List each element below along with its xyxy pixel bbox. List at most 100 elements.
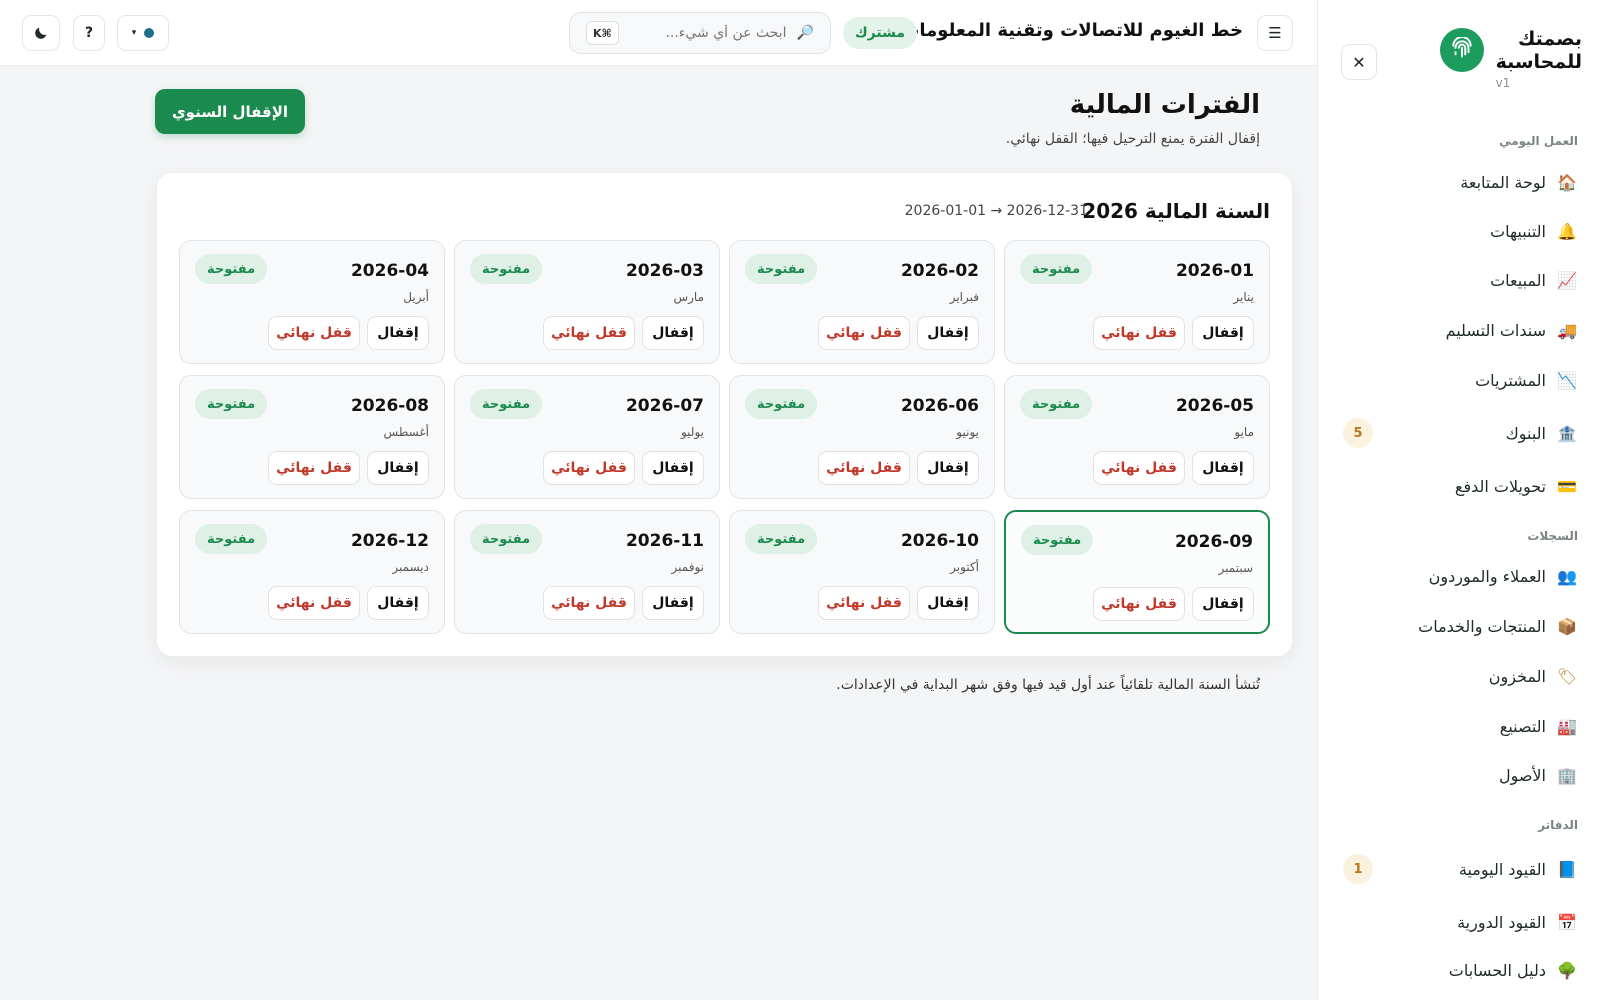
sidebar-item-banks[interactable]: 🏦 البنوك 5 [1333, 415, 1578, 451]
status-badge: مفتوحة [745, 254, 818, 284]
bell-icon: 🔔 [1557, 221, 1577, 241]
period-code: 2026-01 [1175, 261, 1254, 281]
sidebar-item-recurring-entries[interactable]: 📅 القيود الدورية [1333, 904, 1578, 940]
close-period-button[interactable]: إقفال [1192, 587, 1254, 621]
period-card: 2026-09 سبتمبر مفتوحة إقفال قفل نهائي [1004, 510, 1270, 634]
sidebar-item-assets[interactable]: 🏢 الأصول [1333, 757, 1578, 793]
sidebar-item-payment-transfers[interactable]: 💳 تحويلات الدفع [1333, 468, 1578, 504]
sidebar-item-alerts[interactable]: 🔔 التنبيهات [1333, 213, 1578, 249]
status-badge: مفتوحة [195, 524, 268, 554]
close-period-button[interactable]: إقفال [642, 316, 704, 350]
final-lock-button[interactable]: قفل نهائي [268, 451, 360, 485]
period-code: 2026-04 [350, 261, 429, 281]
sidebar-item-label: دليل الحسابات [1448, 960, 1546, 980]
sidebar-item-label: المنتجات والخدمات [1418, 616, 1546, 636]
sidebar: بصمتك للمحاسبة v1 ✕ العمل اليومي 🏠 لوحة … [1317, 0, 1600, 1000]
status-badge: مفتوحة [1020, 254, 1093, 284]
brand-version: v1 [1495, 76, 1511, 90]
nav-section-ledgers: الدفاتر [1538, 818, 1578, 832]
sidebar-item-label: تحويلات الدفع [1454, 476, 1546, 496]
final-lock-button[interactable]: قفل نهائي [1093, 451, 1185, 485]
period-month: مايو [1234, 425, 1254, 439]
brand-name-line2: للمحاسبة [1495, 51, 1582, 73]
final-lock-button[interactable]: قفل نهائي [543, 316, 635, 350]
sidebar-item-journal-entries[interactable]: 📘 القيود اليومية 1 [1333, 851, 1578, 887]
final-lock-button[interactable]: قفل نهائي [818, 586, 910, 620]
accent-color-picker[interactable]: ▾ [117, 15, 169, 51]
search-icon: 🔎 [796, 25, 814, 41]
book-icon: 📘 [1557, 859, 1577, 879]
accent-dot-icon [144, 28, 155, 38]
help-button[interactable]: ? [73, 15, 105, 51]
close-period-button[interactable]: إقفال [1192, 316, 1254, 350]
status-badge: مفتوحة [470, 389, 543, 419]
sidebar-item-sales[interactable]: 📈 المبيعات [1333, 262, 1578, 298]
final-lock-button[interactable]: قفل نهائي [818, 316, 910, 350]
period-code: 2026-08 [350, 396, 429, 416]
close-period-button[interactable]: إقفال [367, 316, 429, 350]
page-title: الفترات المالية [1069, 90, 1260, 120]
sidebar-item-manufacturing[interactable]: 🏭 التصنيع [1333, 708, 1578, 744]
periods-grid: 2026-01 يناير مفتوحة إقفال قفل نهائي 2026-02 ف… [178, 240, 1270, 634]
close-period-button[interactable]: إقفال [1192, 451, 1254, 485]
period-card: 2026-08 أغسطس مفتوحة إقفال قفل نهائي [179, 375, 445, 499]
fiscal-year-card: السنة المالية 2026 2026-01-01 → 2026-12-… [156, 172, 1293, 657]
close-period-button[interactable]: إقفال [367, 586, 429, 620]
period-card: 2026-05 مايو مفتوحة إقفال قفل نهائي [1004, 375, 1270, 499]
status-badge: مفتوحة [745, 389, 818, 419]
sidebar-item-label: سندات التسليم [1445, 320, 1546, 340]
close-period-button[interactable]: إقفال [917, 586, 979, 620]
sidebar-item-delivery-notes[interactable]: 🚚 سندات التسليم [1333, 312, 1578, 348]
period-card: 2026-11 نوفمبر مفتوحة إقفال قفل نهائي [454, 510, 720, 634]
home-icon: 🏠 [1557, 172, 1577, 192]
final-lock-button[interactable]: قفل نهائي [268, 316, 360, 350]
menu-toggle-button[interactable]: ☰ [1257, 15, 1293, 51]
status-badge: مفتوحة [470, 254, 543, 284]
fiscal-year-range: 2026-01-01 → 2026-12-31 [904, 203, 1088, 219]
footnote: تُنشأ السنة المالية تلقائياً عند أول قيد… [836, 677, 1260, 693]
close-period-button[interactable]: إقفال [917, 451, 979, 485]
close-period-button[interactable]: إقفال [642, 586, 704, 620]
sidebar-item-customers-suppliers[interactable]: 👥 العملاء والموردون [1333, 558, 1578, 594]
period-month: يونيو [956, 425, 979, 439]
sidebar-item-label: القيود اليومية [1458, 859, 1546, 879]
shared-badge: مشترك [842, 17, 917, 49]
period-month: يناير [1233, 290, 1254, 304]
fiscal-year-title: السنة المالية 2026 [1082, 199, 1270, 223]
search-input[interactable] [636, 25, 787, 41]
final-lock-button[interactable]: قفل نهائي [1093, 316, 1185, 350]
period-code: 2026-10 [900, 531, 979, 551]
sidebar-item-dashboard[interactable]: 🏠 لوحة المتابعة [1333, 164, 1578, 200]
sidebar-item-label: الأصول [1498, 765, 1546, 785]
moon-icon [35, 27, 47, 39]
close-icon: ✕ [1352, 52, 1366, 72]
sidebar-item-chart-of-accounts[interactable]: 🌳 دليل الحسابات [1333, 952, 1578, 988]
final-lock-button[interactable]: قفل نهائي [818, 451, 910, 485]
sidebar-item-label: المبيعات [1490, 270, 1546, 290]
close-period-button[interactable]: إقفال [642, 451, 704, 485]
period-month: أبريل [403, 290, 429, 304]
sidebar-item-purchases[interactable]: 📉 المشتريات [1333, 362, 1578, 398]
sidebar-item-inventory[interactable]: 🏷 المخزون [1333, 658, 1578, 694]
final-lock-button[interactable]: قفل نهائي [1093, 587, 1185, 621]
close-period-button[interactable]: إقفال [917, 316, 979, 350]
close-period-button[interactable]: إقفال [367, 451, 429, 485]
period-month: أغسطس [383, 425, 429, 439]
building-icon: 🏢 [1557, 765, 1577, 785]
final-lock-button[interactable]: قفل نهائي [543, 586, 635, 620]
page-subtitle: إقفال الفترة يمنع الترحيل فيها؛ القفل نه… [1005, 131, 1260, 147]
period-card: 2026-12 ديسمبر مفتوحة إقفال قفل نهائي [179, 510, 445, 634]
period-code: 2026-06 [900, 396, 979, 416]
sidebar-item-label: البنوك [1505, 423, 1546, 443]
period-card: 2026-01 يناير مفتوحة إقفال قفل نهائي [1004, 240, 1270, 364]
sidebar-item-products-services[interactable]: 📦 المنتجات والخدمات [1333, 608, 1578, 644]
final-lock-button[interactable]: قفل نهائي [268, 586, 360, 620]
period-month: سبتمبر [1218, 561, 1253, 575]
brand: بصمتك للمحاسبة v1 [1439, 28, 1582, 90]
dark-mode-button[interactable] [22, 15, 60, 51]
annual-close-button[interactable]: الإقفال السنوي [155, 89, 305, 134]
period-month: ديسمبر [392, 560, 429, 574]
close-sidebar-button[interactable]: ✕ [1341, 44, 1377, 80]
final-lock-button[interactable]: قفل نهائي [543, 451, 635, 485]
search-box[interactable]: 🔎 ⌘K [569, 12, 831, 54]
